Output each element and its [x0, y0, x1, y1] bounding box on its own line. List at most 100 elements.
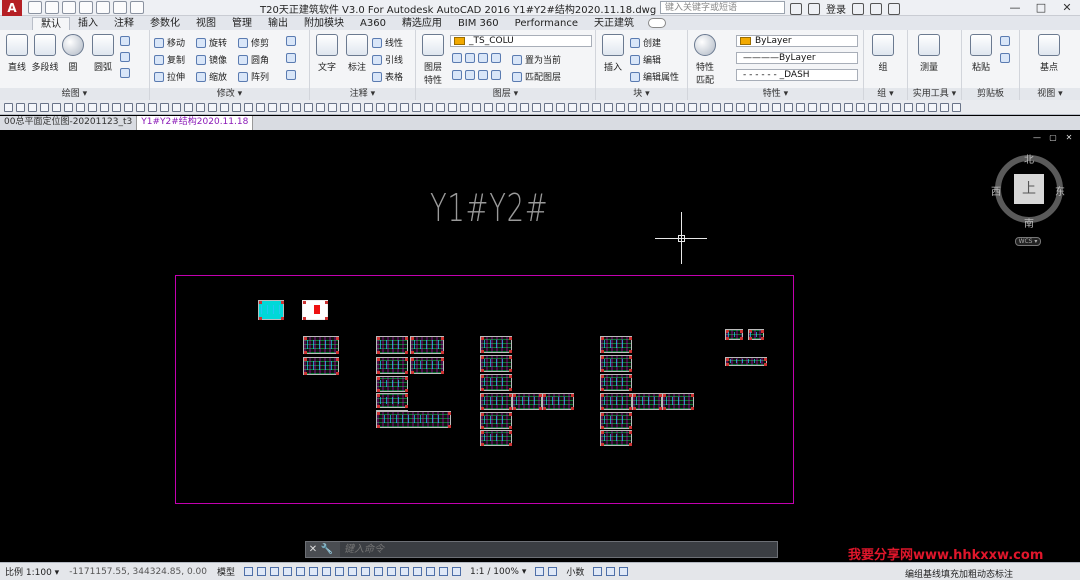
transparency-icon[interactable]: [335, 567, 344, 576]
close-button[interactable]: ✕: [1054, 0, 1080, 16]
selection-grip[interactable]: [764, 363, 767, 366]
drawing-block[interactable]: [480, 393, 512, 410]
minimize-button[interactable]: —: [1002, 0, 1028, 16]
toolbar-icon[interactable]: [184, 102, 193, 112]
command-close-button[interactable]: ✕: [306, 544, 320, 555]
toolbar-icon[interactable]: [280, 102, 289, 112]
selection-grip[interactable]: [543, 407, 546, 410]
selection-grip[interactable]: [377, 351, 380, 354]
toolbar-icon[interactable]: [40, 102, 49, 112]
toolbar-icon[interactable]: [352, 102, 361, 112]
selection-grip[interactable]: [336, 351, 339, 354]
osnap-icon[interactable]: [296, 567, 305, 576]
selection-grip[interactable]: [601, 426, 604, 429]
tab-annotate[interactable]: 注释: [106, 17, 142, 30]
selection-grip[interactable]: [601, 388, 604, 391]
exchange-icon[interactable]: [870, 2, 882, 15]
toolbar-icon[interactable]: [244, 102, 253, 112]
toolbar-icon[interactable]: [448, 102, 457, 112]
toolbar-icon[interactable]: [772, 102, 781, 112]
toolbar-icon[interactable]: [880, 102, 889, 112]
lineweight-dropdown[interactable]: ————ByLayer: [736, 52, 858, 64]
selection-grip[interactable]: [405, 394, 408, 397]
toolbar-icon[interactable]: [16, 102, 25, 112]
toolbar-icon[interactable]: [640, 102, 649, 112]
selection-grip[interactable]: [441, 337, 444, 340]
toolbar-icon[interactable]: [268, 102, 277, 112]
selection-grip[interactable]: [281, 317, 284, 320]
toolbar-icon[interactable]: [160, 102, 169, 112]
selection-grip[interactable]: [481, 356, 484, 359]
selection-grip[interactable]: [513, 394, 516, 397]
toolbar-icon[interactable]: [628, 102, 637, 112]
toolbar-icon[interactable]: [412, 102, 421, 112]
selection-grip[interactable]: [509, 413, 512, 416]
ortho-icon[interactable]: [270, 567, 279, 576]
toolbar-icon[interactable]: [4, 102, 13, 112]
group-button[interactable]: 组: [868, 34, 898, 73]
toolbar-icon[interactable]: [796, 102, 805, 112]
selection-grip[interactable]: [749, 337, 752, 340]
drawing-block[interactable]: [480, 430, 512, 446]
toolbar-icon[interactable]: [328, 102, 337, 112]
drawing-block[interactable]: [600, 393, 632, 410]
selection-grip[interactable]: [509, 369, 512, 372]
gizmo-icon[interactable]: [400, 567, 409, 576]
erase-button[interactable]: [286, 36, 296, 46]
selection-grip[interactable]: [405, 371, 408, 374]
toolbar-icon[interactable]: [736, 102, 745, 112]
selection-grip[interactable]: [629, 369, 632, 372]
toolbar-icon[interactable]: [340, 102, 349, 112]
selection-grip[interactable]: [629, 431, 632, 434]
drawing-block[interactable]: [303, 336, 339, 354]
hatch-button[interactable]: [120, 52, 130, 62]
selection-grip[interactable]: [629, 350, 632, 353]
selection-grip[interactable]: [629, 443, 632, 446]
viewcube-east-label[interactable]: 东: [1055, 183, 1065, 198]
toolbar-icon[interactable]: [904, 102, 913, 112]
selection-grip[interactable]: [601, 356, 604, 359]
selection-grip[interactable]: [691, 394, 694, 397]
toolbar-icon[interactable]: [520, 102, 529, 112]
set-current-button[interactable]: 置为当前: [512, 53, 561, 66]
toolbar-icon[interactable]: [64, 102, 73, 112]
toolbar-icon[interactable]: [28, 102, 37, 112]
toolbar-icon[interactable]: [556, 102, 565, 112]
selection-grip[interactable]: [629, 413, 632, 416]
selection-grip[interactable]: [761, 337, 764, 340]
panel-modify-title[interactable]: 修改 ▾: [150, 88, 309, 100]
selection-grip[interactable]: [336, 372, 339, 375]
linetype-dropdown[interactable]: - - - - - - _DASH: [736, 69, 858, 81]
selection-grip[interactable]: [481, 426, 484, 429]
toolbar-icon[interactable]: [664, 102, 673, 112]
toolbar-icon[interactable]: [52, 102, 61, 112]
toolbar-icon[interactable]: [592, 102, 601, 112]
panel-draw-title[interactable]: 绘图 ▾: [0, 88, 149, 100]
ellipse-button[interactable]: [120, 68, 130, 78]
toolbar-icon[interactable]: [652, 102, 661, 112]
stretch-button[interactable]: 拉伸: [154, 70, 185, 83]
redo-icon[interactable]: [130, 1, 144, 14]
panel-block-title[interactable]: 块 ▾: [596, 88, 687, 100]
drawing-block[interactable]: [376, 376, 408, 392]
panel-clipboard-title[interactable]: 剪贴板: [962, 88, 1019, 100]
drawing-block[interactable]: [480, 412, 512, 429]
selection-grip[interactable]: [405, 377, 408, 380]
selection-grip[interactable]: [509, 443, 512, 446]
binoculars-icon[interactable]: [790, 2, 802, 15]
selection-grip[interactable]: [629, 356, 632, 359]
isolate-objects-icon[interactable]: [619, 567, 629, 576]
selection-grip[interactable]: [509, 350, 512, 353]
dynamic-ucs-icon[interactable]: [374, 567, 383, 576]
drawing-block[interactable]: [303, 357, 339, 375]
selection-grip[interactable]: [377, 377, 380, 380]
selection-grip[interactable]: [726, 358, 729, 361]
toolbar-icon[interactable]: [760, 102, 769, 112]
selection-grip[interactable]: [601, 407, 604, 410]
selection-grip[interactable]: [633, 407, 636, 410]
selection-grip[interactable]: [259, 301, 262, 304]
selection-grip[interactable]: [377, 412, 380, 415]
drawing-block[interactable]: [725, 329, 743, 340]
drawing-block[interactable]: [512, 393, 542, 410]
lock-ui-icon[interactable]: [606, 567, 616, 576]
